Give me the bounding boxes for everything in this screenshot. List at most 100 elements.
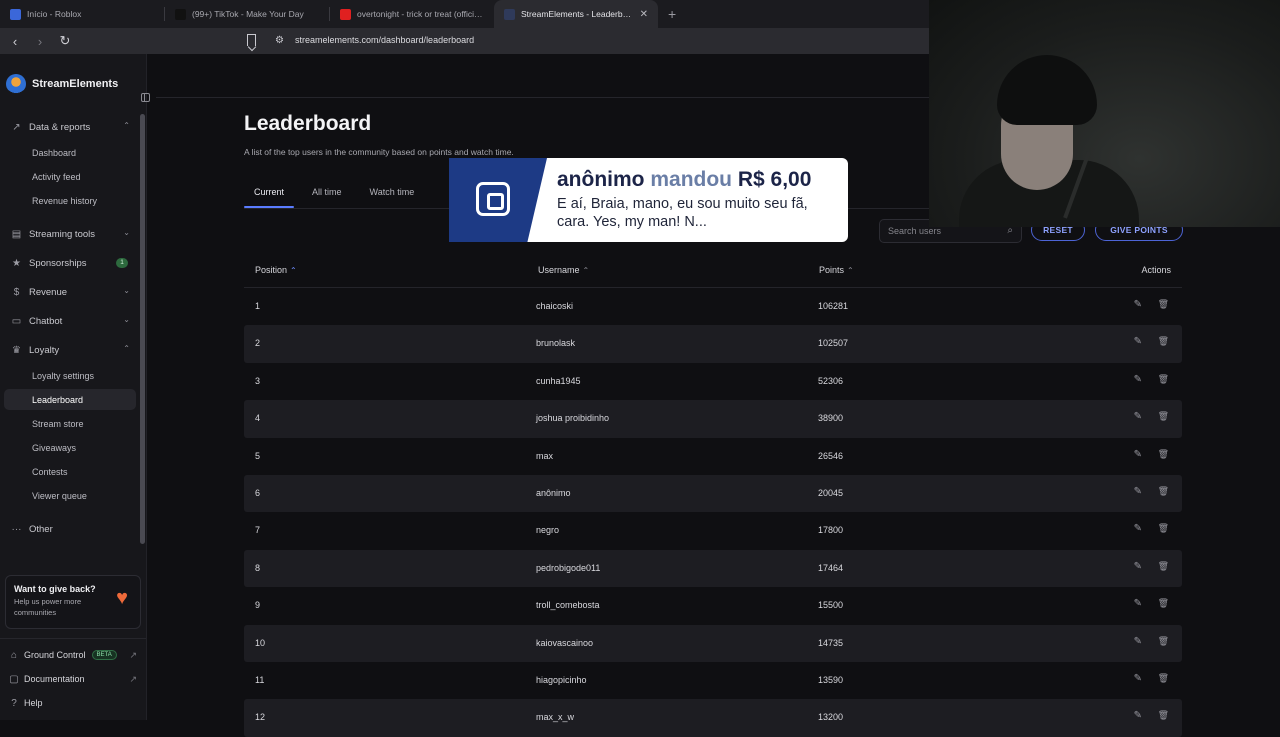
sidebar-item-dashboard[interactable]: Dashboard	[4, 142, 136, 163]
chevron-up-icon: ⌃	[123, 344, 130, 353]
points-cell: 52306	[818, 375, 844, 386]
browser-tab[interactable]: overtonight - trick or treat (official v…	[330, 0, 494, 28]
trash-icon[interactable]: 🗑	[1158, 411, 1169, 422]
bookmark-icon[interactable]	[247, 34, 256, 46]
chevron-down-icon: ⌄	[123, 286, 130, 295]
documentation-label: Documentation	[24, 674, 85, 684]
points-cell: 13590	[818, 674, 844, 685]
tab-current[interactable]: Current	[244, 182, 295, 208]
edit-icon[interactable]: ✎	[1134, 598, 1142, 609]
points-column-header[interactable]: Points ⌃	[819, 265, 854, 275]
sidebar-item-giveaways[interactable]: Giveaways	[4, 437, 136, 458]
trash-icon[interactable]: 🗑	[1158, 486, 1169, 497]
alert-logo-icon	[476, 182, 510, 216]
points-cell: 17800	[818, 525, 844, 536]
table-row: 10 kaiovascainoo 14735 ✎ 🗑	[244, 624, 1182, 662]
tab-title: Início - Roblox	[27, 9, 82, 19]
sidebar-scrollbar[interactable]	[140, 114, 145, 544]
table-row: 6 anônimo 20045 ✎ 🗑	[244, 474, 1182, 513]
sidebar-section-label: Sponsorships	[29, 257, 87, 269]
leaderboard-table: Position ⌃ Username ⌃ Points ⌃ Actions 1 cha…	[244, 252, 1182, 737]
help-link[interactable]: ? Help	[0, 692, 145, 714]
trash-icon[interactable]: 🗑	[1158, 636, 1169, 647]
username-column-header[interactable]: Username ⌃	[538, 265, 589, 275]
documentation-link[interactable]: ▢ Documentation ↗	[0, 668, 145, 690]
username-cell: kaiovascainoo	[536, 637, 594, 648]
sidebar-section-streaming-tools[interactable]: ▤ Streaming tools ⌄	[0, 223, 140, 245]
site-info-icon[interactable]: ⚙	[275, 35, 284, 46]
sidebar-item-viewer-queue[interactable]: Viewer queue	[4, 485, 136, 506]
reload-icon[interactable]: ↻	[55, 33, 75, 49]
search-input[interactable]	[888, 226, 998, 236]
table-row: 3 cunha1945 52306 ✎ 🗑	[244, 363, 1182, 400]
loyalty-icon: ♛	[12, 344, 21, 356]
alert-donor-name: anônimo	[557, 168, 645, 191]
sidebar-section-data-reports[interactable]: ↗ Data & reports ⌃	[0, 116, 140, 138]
position-cell: 3	[255, 375, 261, 386]
trash-icon[interactable]: 🗑	[1158, 598, 1169, 609]
sidebar-item-activity-feed[interactable]: Activity feed	[4, 166, 136, 187]
leaderboard-tabs: Current All time Watch time	[244, 182, 432, 208]
trash-icon[interactable]: 🗑	[1158, 449, 1169, 460]
tab-watch-time[interactable]: Watch time	[360, 182, 425, 208]
position-cell: 6	[255, 487, 261, 498]
external-link-icon: ↗	[129, 649, 137, 660]
tab-title: (99+) TikTok - Make Your Day	[192, 9, 304, 19]
sidebar-section-revenue[interactable]: $ Revenue ⌄	[0, 281, 140, 303]
sidebar-section-sponsorships[interactable]: ★ Sponsorships 1	[0, 252, 140, 274]
edit-icon[interactable]: ✎	[1134, 486, 1142, 497]
give-back-card[interactable]: Want to give back? Help us power more co…	[5, 575, 141, 629]
username-cell: cunha1945	[536, 375, 581, 386]
chevron-down-icon: ⌄	[123, 315, 130, 324]
trash-icon[interactable]: 🗑	[1158, 299, 1169, 310]
back-icon[interactable]: ‹	[5, 34, 25, 49]
browser-tab[interactable]: Início - Roblox	[0, 0, 164, 28]
trash-icon[interactable]: 🗑	[1158, 561, 1169, 572]
table-row: 8 pedrobigode011 17464 ✎ 🗑	[244, 549, 1182, 588]
sidebar-section-chatbot[interactable]: ▭ Chatbot ⌄	[0, 310, 140, 332]
edit-icon[interactable]: ✎	[1134, 449, 1142, 460]
browser-tab[interactable]: StreamElements - Leaderboard ✕	[494, 0, 658, 28]
forward-icon[interactable]: ›	[30, 34, 50, 49]
sidebar-item-stream-store[interactable]: Stream store	[4, 413, 136, 434]
new-tab-icon[interactable]: +	[658, 6, 686, 22]
edit-icon[interactable]: ✎	[1134, 523, 1142, 534]
points-cell: 17464	[818, 562, 844, 573]
url-text[interactable]: streamelements.com/dashboard/leaderboard	[295, 35, 474, 45]
sidebar-item-leaderboard[interactable]: Leaderboard	[4, 389, 136, 410]
sidebar-section-label: Other	[29, 523, 53, 535]
edit-icon[interactable]: ✎	[1134, 673, 1142, 684]
position-column-header[interactable]: Position ⌃	[255, 265, 297, 275]
table-body: 1 chaicoski 106281 ✎ 🗑 2 brunolask 102507 ✎ 🗑 3 cun…	[244, 288, 1182, 737]
edit-icon[interactable]: ✎	[1134, 636, 1142, 647]
edit-icon[interactable]: ✎	[1134, 561, 1142, 572]
edit-icon[interactable]: ✎	[1134, 411, 1142, 422]
ground-control-link[interactable]: ⌂ Ground Control BETA ↗	[0, 644, 145, 666]
alert-headline: anônimo mandou R$ 6,00	[557, 168, 811, 192]
sidebar-item-revenue-history[interactable]: Revenue history	[4, 190, 136, 211]
trash-icon[interactable]: 🗑	[1158, 673, 1169, 684]
brand[interactable]: StreamElements	[6, 74, 118, 94]
page-subtitle: A list of the top users in the community…	[244, 147, 514, 157]
sidebar-section-other[interactable]: ··· Other	[0, 518, 140, 540]
streamelements-logo-icon	[6, 74, 26, 94]
tab-favicon-icon	[10, 8, 21, 20]
sidebar-item-loyalty-settings[interactable]: Loyalty settings	[4, 365, 136, 386]
sidebar-item-contests[interactable]: Contests	[4, 461, 136, 482]
close-tab-icon[interactable]: ✕	[640, 9, 648, 20]
edit-icon[interactable]: ✎	[1134, 299, 1142, 310]
promo-text: Help us power more communities	[14, 597, 82, 617]
trash-icon[interactable]: 🗑	[1158, 374, 1169, 385]
points-cell: 14735	[818, 637, 844, 648]
sort-ascending-icon: ⌃	[847, 266, 854, 275]
edit-icon[interactable]: ✎	[1134, 336, 1142, 347]
sidebar-section-label: Data & reports	[29, 121, 91, 133]
username-cell: chaicoski	[536, 301, 574, 311]
donation-alert-overlay: anônimo mandou R$ 6,00 E aí, Braia, mano…	[449, 158, 848, 242]
sidebar-section-loyalty[interactable]: ♛ Loyalty ⌃	[0, 339, 140, 361]
browser-tab[interactable]: (99+) TikTok - Make Your Day	[165, 0, 329, 28]
trash-icon[interactable]: 🗑	[1158, 336, 1169, 347]
tab-all-time[interactable]: All time	[302, 182, 352, 208]
edit-icon[interactable]: ✎	[1134, 374, 1142, 385]
trash-icon[interactable]: 🗑	[1158, 523, 1169, 534]
